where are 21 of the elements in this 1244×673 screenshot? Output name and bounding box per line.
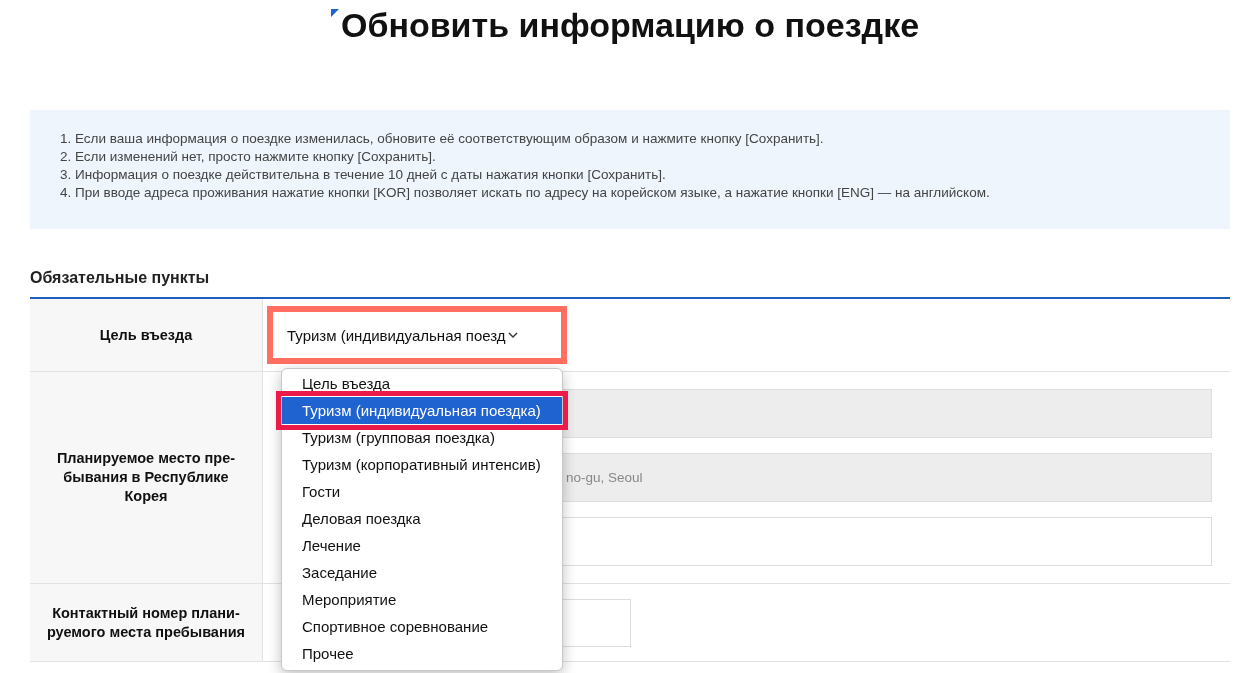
notice-text: 4. При вводе адреса проживания нажатие кнопки [KOR] позволяет искать по адресу на корейском языке, а нажатие кнопки [ENG] — на английском. <box>60 184 991 201</box>
dropdown-option[interactable]: Туризм (групповая поездка) <box>282 424 562 451</box>
purpose-select[interactable]: Туризм (индивидуальная поезд <box>267 306 567 364</box>
row-label: Планируемое место пре-бывания в Республике Корея <box>55 449 237 506</box>
notice-text: 2. Если изменений нет, просто нажмите кнопку [Сохранить]. <box>60 148 437 165</box>
dropdown-option[interactable]: Мероприятие <box>282 586 562 613</box>
corner-icon <box>330 9 339 17</box>
dropdown-option[interactable]: Заседание <box>282 559 562 586</box>
notice-text: 3. Информация о поездке действительна в течение 10 дней с даты нажатия кнопки [Сохранить]. <box>60 166 667 183</box>
dropdown-option[interactable]: Туризм (корпоративный интенсив) <box>282 451 562 478</box>
dropdown-option[interactable]: Прочее <box>282 640 562 667</box>
dropdown-option[interactable]: Деловая поездка <box>282 505 562 532</box>
dropdown-option[interactable]: Спортивное соревнование <box>282 613 562 640</box>
dropdown-option[interactable]: Гости <box>282 478 562 505</box>
row-label: Цель въезда <box>99 325 193 345</box>
dropdown-option[interactable]: Цель въезда <box>282 370 562 397</box>
dropdown-option[interactable]: Лечение <box>282 532 562 559</box>
row-label: Контактный номер плани-руемого места пребывания <box>45 603 247 642</box>
notice-text: 1. Если ваша информация о поездке изменилась, обновите её соответствующим образом и нажмите кнопку [Сохранить]. <box>60 130 825 147</box>
page-title: Обновить информацию о поездке <box>340 6 920 110</box>
caret-icon <box>507 331 518 339</box>
